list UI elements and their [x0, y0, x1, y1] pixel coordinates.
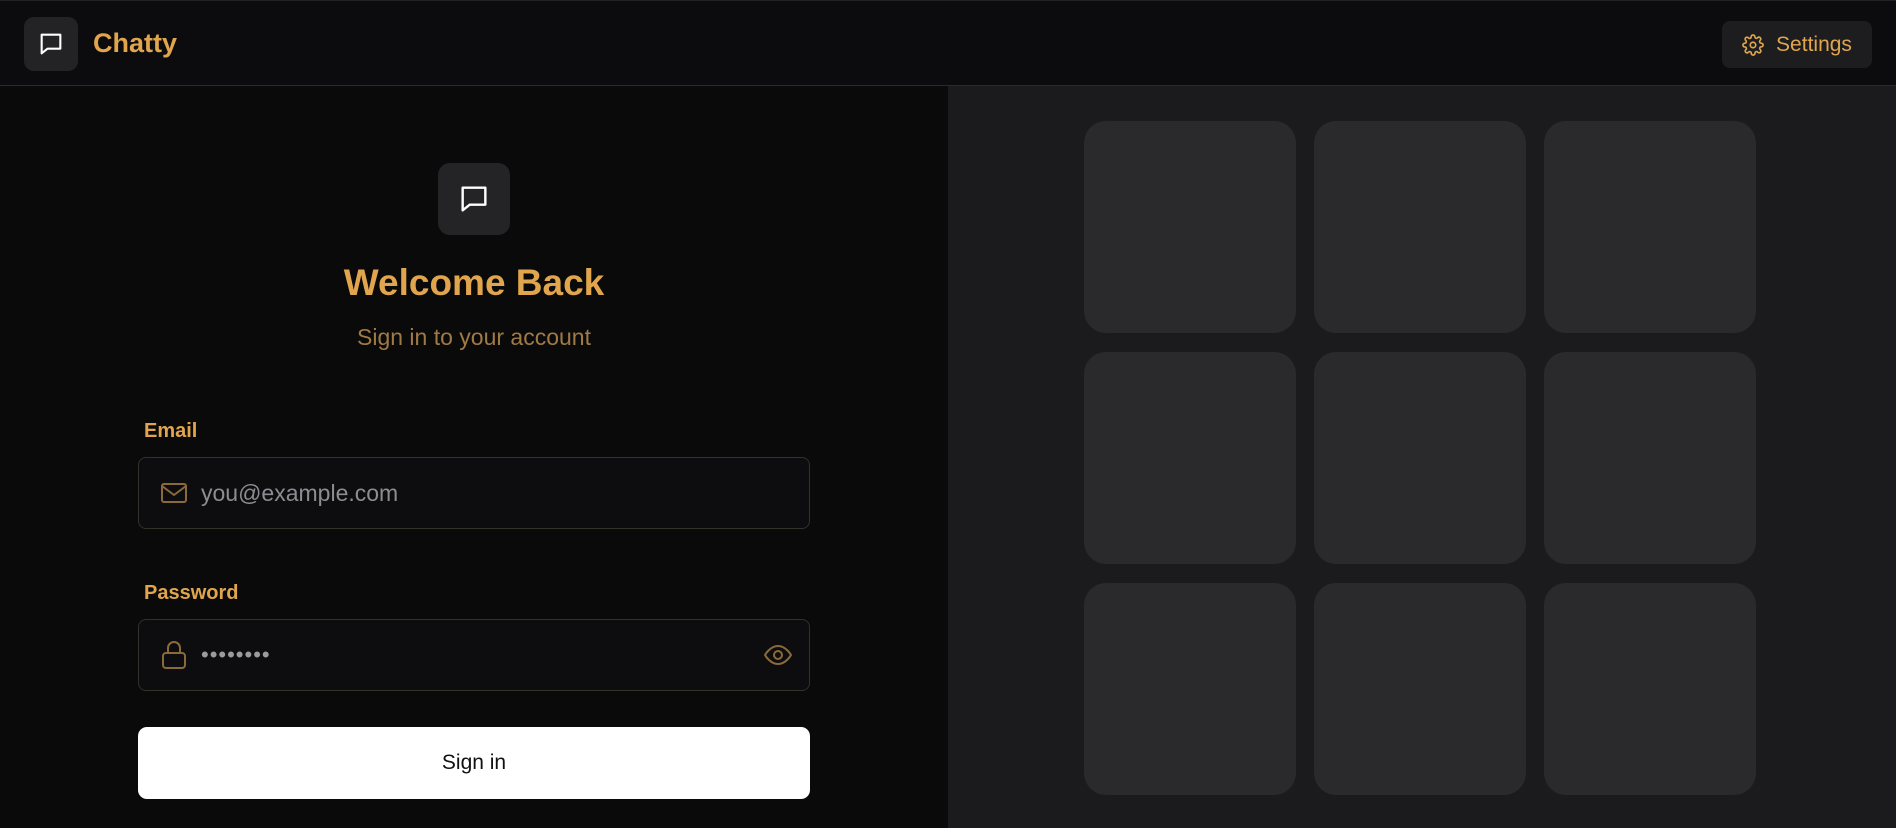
pattern-tile — [1314, 121, 1526, 333]
pattern-tile — [1084, 583, 1296, 795]
decorative-panel — [948, 86, 1896, 828]
pattern-tile — [1314, 352, 1526, 564]
pattern-tile — [1084, 121, 1296, 333]
email-input[interactable]: you@example.com — [199, 480, 398, 507]
settings-label: Settings — [1776, 32, 1852, 56]
chat-bubble-icon — [24, 16, 78, 71]
lock-icon — [139, 640, 199, 670]
settings-button[interactable]: Settings — [1722, 21, 1872, 68]
brand[interactable]: Chatty — [24, 16, 177, 71]
top-navbar: Chatty Settings — [0, 0, 1896, 86]
pattern-tile — [1084, 352, 1296, 564]
pattern-tile — [1314, 583, 1526, 795]
mail-icon — [139, 481, 199, 505]
password-input[interactable]: •••••••• — [199, 642, 271, 668]
password-field[interactable]: •••••••• — [138, 619, 810, 691]
email-field[interactable]: you@example.com — [138, 457, 810, 529]
eye-icon[interactable] — [763, 642, 793, 668]
sign-in-button[interactable]: Sign in — [138, 727, 810, 799]
login-panel: Welcome Back Sign in to your account Ema… — [0, 86, 948, 828]
password-label: Password — [144, 582, 239, 604]
page-title: Welcome Back — [343, 262, 605, 303]
pattern-tile — [1544, 352, 1756, 564]
app-name: Chatty — [93, 28, 178, 58]
pattern-tile — [1544, 121, 1756, 333]
tile-pattern — [1084, 121, 1756, 795]
pattern-tile — [1544, 583, 1756, 795]
gear-icon — [1742, 33, 1764, 56]
email-label: Email — [144, 420, 198, 442]
chat-bubble-icon — [438, 163, 510, 235]
page-subtitle: Sign in to your account — [357, 324, 591, 350]
